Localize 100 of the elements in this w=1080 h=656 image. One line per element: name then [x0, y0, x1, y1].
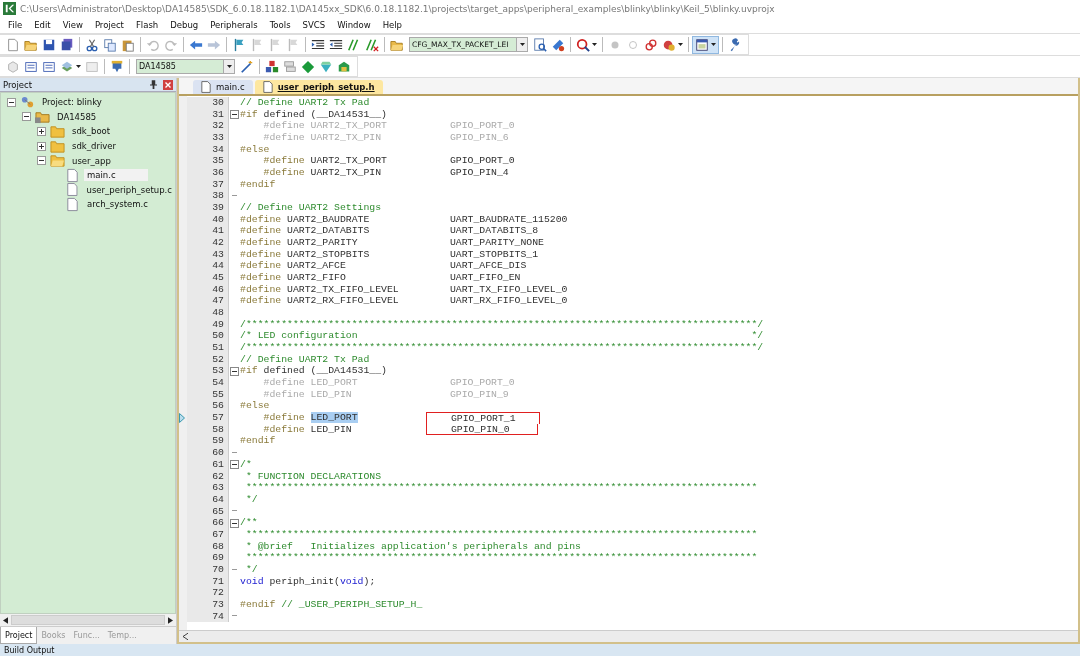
code-text: GPIO_PIN_0	[450, 423, 510, 435]
line-number: 38	[187, 190, 228, 203]
code-text: #endif	[240, 178, 276, 190]
code-text: #if defined (__DA14531__)	[240, 108, 387, 120]
code-text: #define UART2_STOPBITS	[240, 248, 370, 260]
tree-item[interactable]: sdk_boot	[69, 125, 114, 138]
line-number: 63	[187, 482, 228, 494]
line-number: 45	[187, 272, 228, 284]
line-number: 32	[187, 120, 228, 132]
menu-item[interactable]: File	[2, 19, 29, 31]
code-text: ***************************************************************************************	[244, 528, 758, 540]
code-text: GPIO_PIN_4	[449, 167, 509, 179]
line-number: 69	[187, 552, 228, 564]
code-text: GPIO_PIN_6	[449, 132, 509, 143]
code-text: #define UART2_RX_FIFO_LEVEL	[240, 295, 399, 307]
code-text: GPIO_PORT_0	[449, 155, 515, 167]
code-text: // Define UART2 Tx Pad	[240, 353, 370, 365]
menu-item[interactable]: Flash	[129, 19, 165, 31]
code-text: UART_RX_FIFO_LEVEL_0	[449, 295, 568, 307]
code-text: #if defined (__DA14531__)	[240, 365, 387, 377]
menu-item[interactable]: Edit	[28, 19, 57, 31]
code-text: // Define UART2 Tx Pad	[240, 97, 370, 108]
code-text: #define LED_PIN	[263, 388, 352, 400]
line-number: 41	[187, 225, 228, 238]
code-text: #define LED_PORT	[263, 377, 358, 389]
code-text: UART_FIFO_EN	[449, 272, 521, 284]
code-text: #define LED_PORT	[263, 412, 358, 424]
code-text: #define LED_PIN	[263, 423, 352, 435]
tree-item[interactable]: user_periph_setup.c	[83, 183, 175, 196]
menu-item[interactable]: Window	[331, 19, 377, 31]
code-text: #define UART2_TX_PORT	[263, 120, 387, 132]
code-text: /* LED configuration */	[240, 330, 764, 342]
code-text: #define UART2_PARITY	[240, 237, 358, 249]
code-text: UART_AFCE_DIS	[449, 260, 527, 272]
code-text: */	[244, 563, 258, 575]
panel-title: Project	[3, 79, 34, 90]
code-text: /***************************************************************************************/	[240, 342, 764, 354]
line-number: 59	[187, 435, 228, 448]
code-text: #define UART2_TX_PIN	[263, 167, 382, 179]
code-text: GPIO_PORT_0	[449, 120, 515, 132]
line-number: 36	[187, 167, 228, 179]
line-number: 72	[187, 587, 228, 599]
code-text: #define UART2_TX_FIFO_LEVEL	[240, 283, 399, 295]
line-number: 35	[187, 155, 228, 168]
code-text: // Define UART2 Settings	[240, 202, 382, 214]
menu-item[interactable]: SVCS	[296, 19, 332, 31]
line-number: 51	[187, 342, 228, 354]
code-text: ***************************************************************************************	[244, 552, 758, 564]
code-text: #define UART2_BAUDRATE	[240, 213, 370, 225]
line-number: 54	[187, 377, 228, 389]
code-text: #define UART2_DATABITS	[240, 225, 370, 237]
target-combo[interactable]: DA14585	[136, 59, 235, 74]
code-text: #else	[240, 400, 270, 412]
code-text: /*	[240, 458, 252, 470]
panel-title: Build Output	[4, 645, 55, 655]
code-text: GPIO_PORT_1	[450, 413, 516, 425]
code-text: * FUNCTION DECLARATIONS	[244, 470, 382, 482]
code-text: /**	[240, 517, 258, 529]
code-text: #define UART2_TX_PIN	[263, 132, 382, 143]
code-text: /***************************************************************************************/	[240, 318, 764, 330]
code-text: #define UART2_AFCE	[240, 260, 346, 272]
line-number: 48	[187, 307, 228, 319]
tree-item[interactable]: arch_system.c	[84, 198, 151, 211]
line-number: 60	[187, 447, 228, 459]
code-text: UART_TX_FIFO_LEVEL_0	[449, 283, 568, 295]
line-number: 66	[187, 517, 228, 529]
tree-item[interactable]: user_app	[69, 154, 114, 167]
menu-item[interactable]: Help	[376, 19, 409, 31]
code-text: #endif // _USER_PERIPH_SETUP_H_	[240, 598, 423, 610]
file-tab[interactable]: main.c	[193, 80, 253, 94]
code-text: #define UART2_FIFO	[240, 272, 346, 284]
file-tab[interactable]: user_periph_setup.h	[254, 80, 383, 94]
line-number: 50	[187, 330, 228, 343]
menu-item[interactable]: View	[56, 19, 89, 31]
code-text: #endif	[240, 435, 276, 447]
window-title: C:\Users\Administrator\Desktop\DA14585\SDK_6.0.18.1182.1\DA145xx_SDK\6.0.18.1182.1\projects\target_apps\peripheral_examples\blinky\blinky\Keil_5\blinky.uvprojx	[20, 3, 775, 14]
menu-item[interactable]: Peripherals	[204, 19, 264, 31]
line-number: 56	[187, 400, 228, 413]
code-text: UART_PARITY_NONE	[449, 237, 544, 249]
code-text: void periph_init(void);	[240, 575, 376, 587]
line-number: 33	[187, 132, 228, 144]
menu-item[interactable]: Project	[88, 19, 130, 31]
tree-item[interactable]: DA14585	[54, 110, 100, 123]
line-number: 42	[187, 237, 228, 249]
menu-item[interactable]: Debug	[164, 19, 205, 31]
code-text: UART_STOPBITS_1	[449, 248, 539, 260]
code-text: GPIO_PIN_9	[449, 388, 509, 400]
tree-item[interactable]: Project: blinky	[39, 96, 105, 109]
line-number: 53	[187, 365, 228, 378]
panel-tab[interactable]: Project	[0, 627, 38, 644]
code-text: UART_DATABITS_8	[449, 225, 539, 237]
tree-item[interactable]: main.c	[84, 169, 148, 182]
code-text: */	[244, 493, 258, 505]
code-text: #else	[240, 143, 270, 155]
line-number: 47	[187, 295, 228, 308]
code-text: ***************************************************************************************	[244, 482, 758, 494]
line-number: 44	[187, 260, 228, 273]
menu-item[interactable]: Tools	[263, 19, 297, 31]
line-number: 57	[187, 412, 228, 424]
tree-item[interactable]: sdk_driver	[69, 140, 119, 153]
